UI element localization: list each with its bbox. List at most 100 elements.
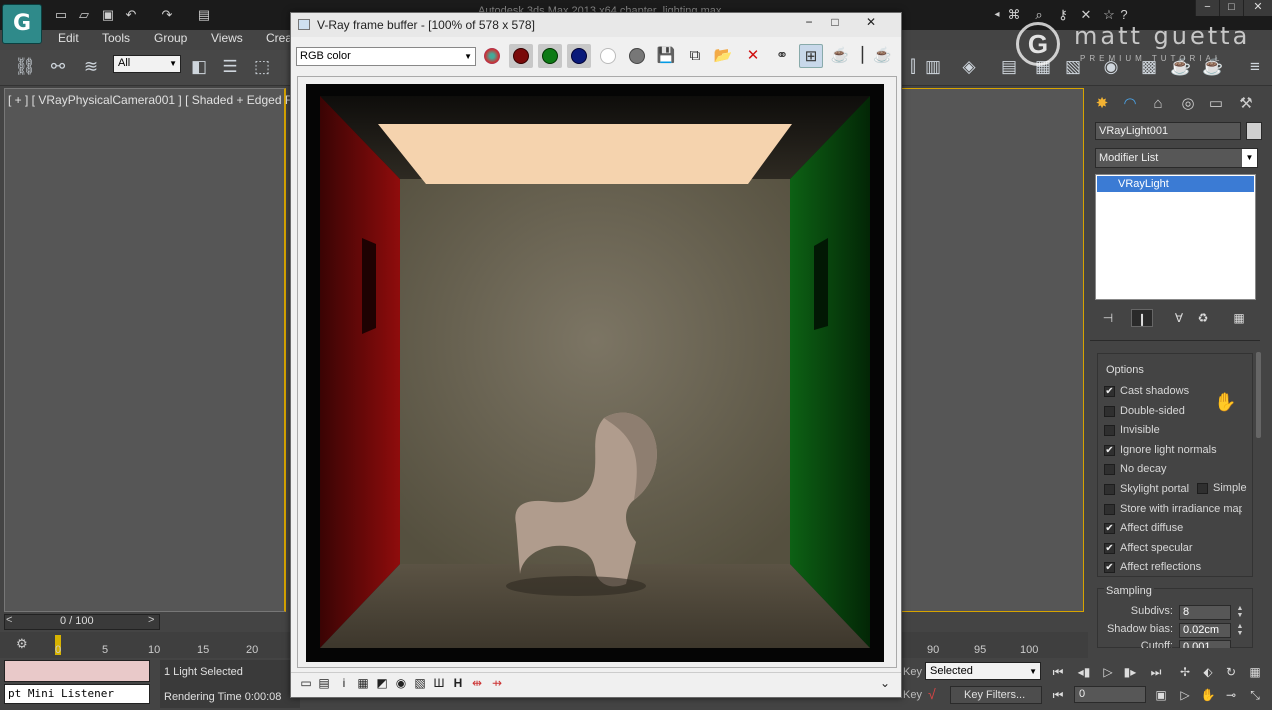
render-icon[interactable]: ▏☕ (857, 44, 897, 68)
field-of-view-icon[interactable]: ▷ (1174, 686, 1196, 704)
monochrome-icon[interactable] (625, 44, 649, 68)
viewport-label[interactable]: [ + ] [ VRayPhysicalCamera001 ] [ Shaded… (8, 93, 324, 107)
menu-edit[interactable]: Edit (58, 31, 79, 45)
undo-icon[interactable]: ↶ (122, 6, 140, 24)
menu-group[interactable]: Group (154, 31, 187, 45)
vfb-close-button[interactable]: ✕ (858, 13, 884, 31)
close-button[interactable]: ✕ (1243, 0, 1272, 16)
menu-tools[interactable]: Tools (102, 31, 130, 45)
min-max-toggle-icon[interactable]: ⤡ (1244, 686, 1266, 704)
hierarchy-tab-icon[interactable]: ⌂ (1146, 93, 1170, 115)
maximize-viewport-icon[interactable]: ▦ (1244, 663, 1266, 681)
configure-modifier-sets-icon[interactable]: ▦ (1228, 309, 1250, 327)
set-key-label[interactable]: Key (903, 689, 922, 701)
vfb-levels-icon[interactable]: ◩ (373, 675, 391, 691)
options-rollout-title[interactable]: Options (1104, 364, 1146, 376)
current-frame-field[interactable]: 0 (1074, 686, 1146, 703)
checkbox[interactable] (1104, 405, 1115, 417)
menu-views[interactable]: Views (211, 31, 243, 45)
checkbox[interactable]: ✔ (1104, 523, 1115, 535)
checkbox[interactable] (1104, 484, 1115, 495)
vfb-compare-icon[interactable]: ⇹ (468, 675, 486, 691)
select-and-link-icon[interactable]: ⛓ (12, 54, 38, 80)
vfb-stereo-icon[interactable]: ⇸ (488, 675, 506, 691)
key-filters-button[interactable]: Key Filters... (950, 686, 1042, 704)
rectangular-selection-icon[interactable]: ⬚ (249, 54, 275, 80)
vfb-lens-effects-icon[interactable]: ▧ (411, 675, 429, 691)
cutoff-field[interactable]: 0.001 (1179, 640, 1231, 648)
align-tools-icon[interactable]: ▥ (920, 54, 946, 80)
new-file-icon[interactable]: ▭ (52, 6, 70, 24)
bind-to-space-warp-icon[interactable]: ≋ (78, 54, 104, 80)
blue-channel-icon[interactable] (567, 44, 591, 68)
command-panel-scrollbar[interactable] (1256, 352, 1261, 438)
checkbox[interactable]: ✔ (1104, 542, 1115, 554)
load-image-icon[interactable]: 📂 (711, 44, 735, 68)
shadow-bias-field[interactable]: 0.02cm (1179, 623, 1231, 638)
key-icon[interactable]: ⚷ (1054, 6, 1072, 24)
unlink-selection-icon[interactable]: ⚯ (45, 54, 71, 80)
show-end-result-icon[interactable]: ❙ (1131, 309, 1153, 327)
vfb-display-corrected-icon[interactable]: ▭ (297, 675, 315, 691)
layer-manager-icon[interactable]: ◈ (956, 54, 982, 80)
vfb-history-icon[interactable]: ▤ (315, 675, 333, 691)
checkbox[interactable] (1104, 464, 1115, 476)
maxscript-mini-listener[interactable]: pt Mini Listener (4, 684, 150, 704)
sampling-rollout-title[interactable]: Sampling (1104, 585, 1154, 597)
save-image-icon[interactable]: 💾 (654, 44, 678, 68)
create-tab-icon[interactable]: ✸ (1090, 93, 1114, 115)
checkbox[interactable]: ✔ (1104, 562, 1115, 574)
time-slider-next-icon[interactable]: > (148, 614, 154, 626)
modifier-stack[interactable] (1095, 174, 1256, 300)
region-render-icon[interactable]: ⊞ (799, 44, 823, 68)
toolbar-overflow-icon[interactable]: ≡ (1242, 54, 1268, 80)
modify-tab-icon[interactable]: ◠ (1118, 93, 1142, 115)
track-mouse-icon[interactable]: ⚭ (770, 44, 794, 68)
infocenter-left-icon[interactable]: ◂ (988, 6, 1006, 24)
select-by-name-icon[interactable]: ☰ (217, 54, 243, 80)
time-config-icon[interactable]: ▣ (1150, 686, 1172, 704)
subdivs-spinner[interactable]: ▲ ▼ (1236, 605, 1244, 620)
save-file-icon[interactable]: ▣ (99, 6, 117, 24)
vfb-info-icon[interactable]: i (335, 675, 353, 691)
alpha-channel-icon[interactable] (596, 44, 620, 68)
checkbox[interactable]: ✔ (1104, 386, 1115, 397)
minimize-button[interactable]: − (1195, 0, 1219, 16)
walkthrough-icon[interactable]: ⊸ (1220, 686, 1242, 704)
project-folder-icon[interactable]: ▤ (195, 6, 213, 24)
open-file-icon[interactable]: ▱ (75, 6, 93, 24)
render-last-icon[interactable]: ☕ (828, 44, 852, 68)
app-logo-button[interactable]: G (2, 4, 42, 44)
display-tab-icon[interactable]: ▭ (1204, 93, 1228, 115)
redo-icon[interactable]: ↷ (158, 6, 176, 24)
key-mode-toggle-icon[interactable]: ⏮ (1047, 686, 1069, 704)
binoculars-icon[interactable]: ⌘ (1005, 6, 1023, 24)
vfb-minimize-button[interactable]: − (796, 13, 822, 31)
checkbox[interactable] (1104, 503, 1115, 515)
key-mode-dropdown[interactable]: Selected ▼ (925, 662, 1041, 680)
vfb-histogram-icon[interactable]: ▦ (354, 675, 372, 691)
simple-checkbox[interactable] (1197, 483, 1208, 494)
clone-frame-buffer-icon[interactable]: ⧉ (683, 44, 707, 68)
vfb-channel-dropdown[interactable]: RGB color ▼ (296, 47, 476, 66)
clear-image-icon[interactable]: ✕ (741, 44, 765, 68)
viewport-left[interactable] (4, 88, 286, 612)
go-to-start-icon[interactable]: ⏮ (1047, 663, 1069, 681)
vfb-lut-icon[interactable]: Ш (430, 675, 448, 691)
select-object-icon[interactable]: ◧ (186, 54, 212, 80)
orbit-icon[interactable]: ↻ (1220, 663, 1242, 681)
modifier-stack-item[interactable]: VRayLight (1097, 176, 1254, 192)
go-to-end-icon[interactable]: ⏭ (1145, 663, 1167, 681)
subdivs-field[interactable]: 8 (1179, 605, 1231, 620)
curve-editor-mini-icon[interactable]: ⚙ (16, 636, 28, 652)
vfb-exposure-icon[interactable]: ◉ (392, 675, 410, 691)
vfb-maximize-button[interactable]: □ (822, 13, 848, 31)
vfb-expand-icon[interactable]: ⌄ (876, 675, 894, 691)
previous-frame-icon[interactable]: ◂▮ (1073, 663, 1095, 681)
maxscript-listener-output[interactable] (4, 660, 150, 682)
time-slider-prev-icon[interactable]: < (6, 614, 12, 626)
green-channel-icon[interactable] (538, 44, 562, 68)
zoom-all-icon[interactable]: ⬖ (1197, 663, 1219, 681)
zoom-icon[interactable]: ✢ (1174, 663, 1196, 681)
checkbox[interactable] (1104, 425, 1115, 437)
